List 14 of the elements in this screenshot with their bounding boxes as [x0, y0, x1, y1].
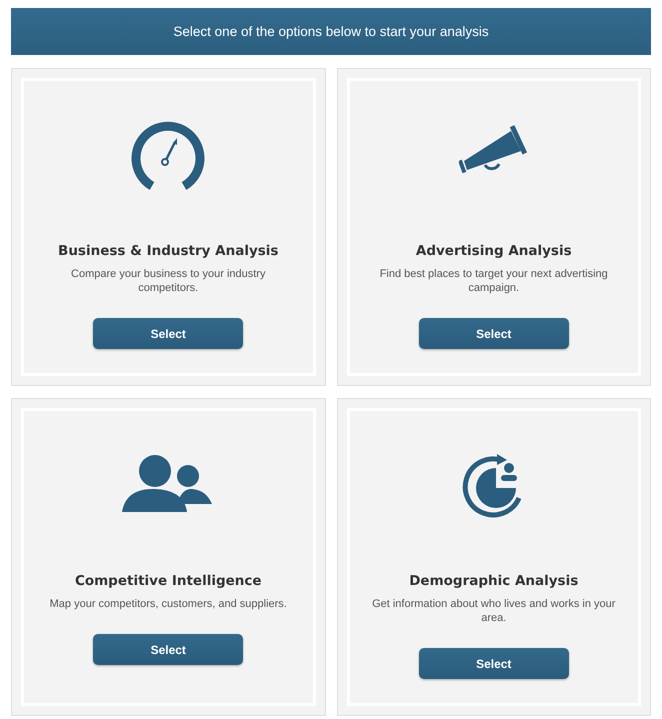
option-description: Get information about who lives and works in your area.	[371, 597, 616, 625]
option-title: Advertising Analysis	[416, 243, 572, 259]
option-title: Competitive Intelligence	[74, 573, 262, 589]
people-icon	[122, 454, 214, 514]
option-title: Demographic Analysis	[409, 573, 578, 589]
option-description: Map your competitors, customers, and suppliers.	[48, 597, 288, 611]
option-description: Compare your business to your industry competitors.	[70, 267, 266, 295]
header-banner: Select one of the options below to start your analysis	[11, 8, 651, 55]
select-button[interactable]: Select	[418, 648, 569, 679]
select-button[interactable]: Select	[93, 318, 244, 349]
select-button[interactable]: Select	[418, 318, 569, 349]
select-button[interactable]: Select	[93, 634, 244, 665]
option-title: Business & Industry Analysis	[58, 243, 278, 259]
option-description: Find best places to target your next advertising campaign.	[378, 267, 609, 295]
